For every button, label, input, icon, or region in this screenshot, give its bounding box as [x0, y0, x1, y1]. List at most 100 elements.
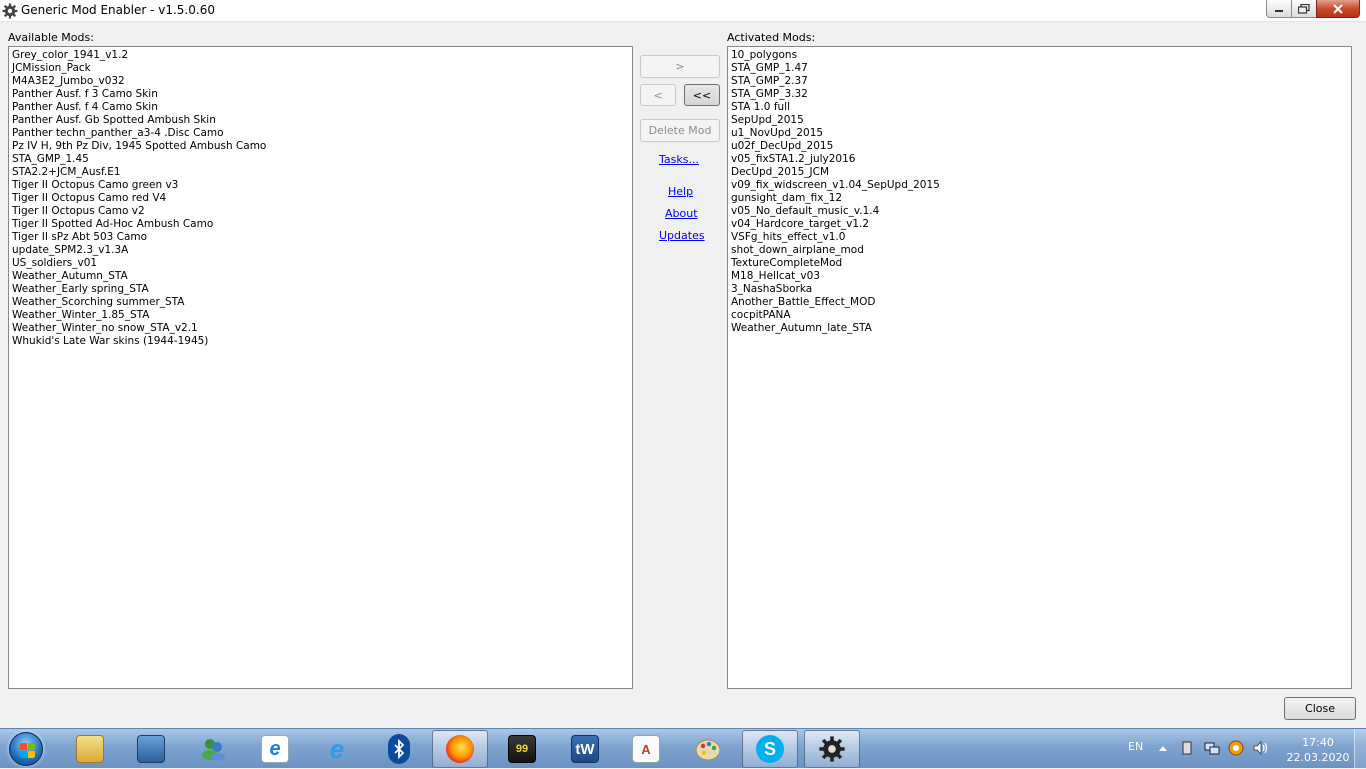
available-item[interactable]: Panther Ausf. Gb Spotted Ambush Skin: [11, 114, 630, 127]
activated-item[interactable]: Weather_Autumn_late_STA: [730, 322, 1349, 335]
activated-item[interactable]: STA 1.0 full: [730, 101, 1349, 114]
tasks-link[interactable]: Tasks...: [659, 153, 699, 166]
messenger-icon: [199, 735, 227, 763]
title-bar[interactable]: Generic Mod Enabler - v1.5.0.60: [0, 0, 1366, 22]
activated-item[interactable]: v05_fixSTA1.2_july2016: [730, 153, 1349, 166]
available-item[interactable]: Weather_Autumn_STA: [11, 270, 630, 283]
available-item[interactable]: JCMission_Pack: [11, 62, 630, 75]
taskbar-mod-enabler[interactable]: [804, 730, 860, 768]
activated-item[interactable]: gunsight_dam_fix_12: [730, 192, 1349, 205]
available-item[interactable]: Weather_Winter_no snow_STA_v2.1: [11, 322, 630, 335]
activated-item[interactable]: 3_NashaSborka: [730, 283, 1349, 296]
activated-item[interactable]: M18_Hellcat_v03: [730, 270, 1349, 283]
activated-item[interactable]: shot_down_airplane_mod: [730, 244, 1349, 257]
internet-explorer-icon: e: [329, 733, 345, 764]
taskbar-document-viewer[interactable]: A: [618, 730, 674, 768]
activated-item[interactable]: u02f_DecUpd_2015: [730, 140, 1349, 153]
clock[interactable]: 17:40 22.03.2020: [1286, 735, 1350, 765]
activate-mod-button[interactable]: >: [640, 55, 720, 78]
volume-icon[interactable]: [1252, 740, 1270, 756]
available-item[interactable]: Panther Ausf. f 3 Camo Skin: [11, 88, 630, 101]
window-controls: [1266, 0, 1360, 18]
available-item[interactable]: Tiger II Octopus Camo v2: [11, 205, 630, 218]
activated-item[interactable]: u1_NovUpd_2015: [730, 127, 1349, 140]
available-item[interactable]: Weather_Early spring_STA: [11, 283, 630, 296]
activated-item[interactable]: STA_GMP_1.47: [730, 62, 1349, 75]
available-item[interactable]: Grey_color_1941_v1.2: [11, 49, 630, 62]
updates-link[interactable]: Updates: [659, 229, 705, 242]
clock-time: 17:40: [1302, 736, 1334, 749]
activated-item[interactable]: TextureCompleteMod: [730, 257, 1349, 270]
deactivate-all-button[interactable]: <<: [684, 84, 720, 106]
available-item[interactable]: Tiger II Octopus Camo green v3: [11, 179, 630, 192]
internet-explorer-old-icon: e: [261, 735, 289, 763]
activated-item[interactable]: cocpitPANA: [730, 309, 1349, 322]
activated-item[interactable]: VSFg_hits_effect_v1.0: [730, 231, 1349, 244]
available-item[interactable]: Pz IV H, 9th Pz Div, 1945 Spotted Ambush…: [11, 140, 630, 153]
minimize-button[interactable]: [1266, 0, 1292, 18]
about-link[interactable]: About: [665, 207, 698, 220]
taskbar: e e 99 tW A S EN 17:40 22.03.2020: [0, 728, 1366, 769]
available-item[interactable]: Weather_Scorching summer_STA: [11, 296, 630, 309]
taskbar-briefcase[interactable]: [123, 730, 179, 768]
taskbar-messenger[interactable]: [185, 730, 241, 768]
taskbar-paint[interactable]: [680, 730, 736, 768]
removable-device-icon[interactable]: [1180, 740, 1194, 756]
show-hidden-icons-icon[interactable]: [1158, 744, 1168, 752]
activated-item[interactable]: STA_GMP_3.32: [730, 88, 1349, 101]
show-desktop-button[interactable]: [1354, 729, 1366, 769]
activated-item[interactable]: Another_Battle_Effect_MOD: [730, 296, 1349, 309]
antivirus-icon[interactable]: [1228, 740, 1244, 756]
taskbar-tw-app[interactable]: tW: [557, 730, 613, 768]
paint-icon: [694, 735, 722, 763]
available-item[interactable]: Weather_Winter_1.85_STA: [11, 309, 630, 322]
available-mods-label: Available Mods:: [8, 31, 94, 44]
network-icon[interactable]: [1204, 740, 1220, 756]
available-item[interactable]: update_SPM2.3_v1.3A: [11, 244, 630, 257]
maximize-button[interactable]: [1291, 0, 1317, 18]
mod-enabler-gear-icon: [819, 736, 845, 762]
available-item[interactable]: US_soldiers_v01: [11, 257, 630, 270]
delete-mod-button[interactable]: Delete Mod: [640, 119, 720, 142]
activated-item[interactable]: v05_No_default_music_v.1.4: [730, 205, 1349, 218]
language-indicator[interactable]: EN: [1128, 740, 1143, 753]
activated-item[interactable]: SepUpd_2015: [730, 114, 1349, 127]
available-item[interactable]: Tiger II Spotted Ad-Hoc Ambush Camo: [11, 218, 630, 231]
help-link[interactable]: Help: [668, 185, 693, 198]
available-item[interactable]: Tiger II Octopus Camo red V4: [11, 192, 630, 205]
close-button[interactable]: Close: [1284, 697, 1356, 720]
close-window-button[interactable]: [1316, 0, 1360, 18]
available-mods-list[interactable]: Grey_color_1941_v1.2 JCMission_Pack M4A3E2…: [8, 46, 633, 689]
restore-icon: [1298, 3, 1310, 14]
windows-logo-icon: [9, 732, 43, 766]
activated-mods-list[interactable]: 10_polygons STA_GMP_1.47 STA_GMP_2.37 STA_G…: [727, 46, 1352, 689]
gear-icon[interactable]: [2, 3, 18, 19]
minimize-icon: [1275, 9, 1283, 12]
available-item[interactable]: Panther techn_panther_a3-4 .Disc Camo: [11, 127, 630, 140]
taskbar-ie-old[interactable]: e: [247, 730, 303, 768]
skype-icon: S: [756, 735, 784, 763]
taskbar-firefox[interactable]: [432, 730, 488, 768]
explorer-icon: [76, 735, 104, 763]
activated-item[interactable]: DecUpd_2015_JCM: [730, 166, 1349, 179]
available-item[interactable]: Panther Ausf. f 4 Camo Skin: [11, 101, 630, 114]
deactivate-mod-button[interactable]: <: [640, 84, 676, 106]
activated-item[interactable]: v09_fix_widscreen_v1.04_SepUpd_2015: [730, 179, 1349, 192]
activated-item[interactable]: v04_Hardcore_target_v1.2: [730, 218, 1349, 231]
taskbar-security-tool[interactable]: 99: [494, 730, 550, 768]
activated-item[interactable]: 10_polygons: [730, 49, 1349, 62]
app-window: Generic Mod Enabler - v1.5.0.60 Availabl…: [0, 0, 1366, 728]
start-button[interactable]: [4, 730, 48, 768]
taskbar-skype[interactable]: S: [742, 730, 798, 768]
taskbar-explorer[interactable]: [62, 730, 118, 768]
available-item[interactable]: Whukid's Late War skins (1944-1945): [11, 335, 630, 348]
taskbar-bluetooth[interactable]: [371, 730, 427, 768]
available-item[interactable]: STA_GMP_1.45: [11, 153, 630, 166]
available-item[interactable]: Tiger II sPz Abt 503 Camo: [11, 231, 630, 244]
available-item[interactable]: M4A3E2_Jumbo_v032: [11, 75, 630, 88]
activated-item[interactable]: STA_GMP_2.37: [730, 75, 1349, 88]
briefcase-icon: [137, 735, 165, 763]
tw-app-icon: tW: [571, 735, 599, 763]
taskbar-ie[interactable]: e: [309, 730, 365, 768]
available-item[interactable]: STA2.2+JCM_Ausf.E1: [11, 166, 630, 179]
